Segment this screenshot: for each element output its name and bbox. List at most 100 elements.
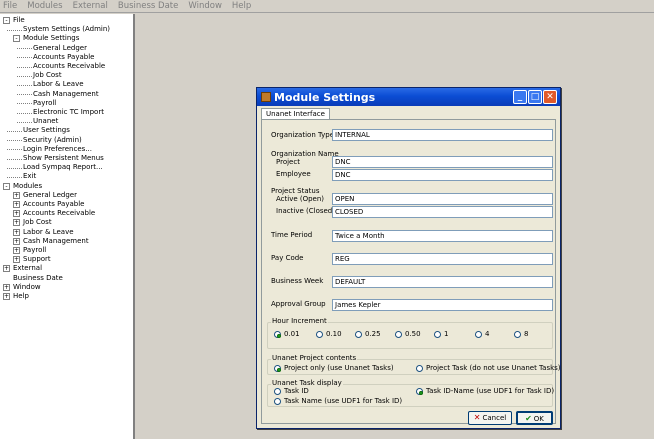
tree-item[interactable]: Module Settings	[23, 34, 79, 43]
tree-item[interactable]: Labor & Leave	[23, 228, 74, 237]
task-id-name-radio[interactable]	[416, 388, 423, 395]
active-status-field[interactable]: OPEN	[332, 193, 553, 205]
tree-item[interactable]: General Ledger	[23, 191, 77, 200]
pay-code-field[interactable]: REG	[332, 253, 553, 265]
tree-item[interactable]: Load Sympaq Report...	[23, 163, 103, 172]
menu-business-date[interactable]: Business Date	[118, 1, 179, 11]
tree-item[interactable]: Accounts Payable	[33, 53, 94, 62]
tree-item[interactable]: General Ledger	[33, 44, 87, 53]
tree-item[interactable]: Cash Management	[33, 90, 99, 99]
org-type-field[interactable]: INTERNAL	[332, 129, 553, 141]
tree-item[interactable]: Help	[13, 292, 29, 301]
tree-item[interactable]: Business Date	[13, 274, 63, 283]
tree-item[interactable]: Show Persistent Menus	[23, 154, 104, 163]
tree-item[interactable]: Login Preferences...	[23, 145, 92, 154]
task-id-radio[interactable]	[274, 388, 281, 395]
tree-expander-icon[interactable]: +	[13, 219, 20, 227]
approval-group-label: Approval Group	[271, 300, 326, 308]
tree-item[interactable]: Support	[23, 255, 51, 264]
tree-item[interactable]: Accounts Receivable	[33, 62, 105, 71]
tree-expander-icon[interactable]: +	[13, 228, 20, 236]
project-only-label: Project only (use Unanet Tasks)	[284, 364, 394, 372]
tree-item[interactable]: Window	[13, 283, 41, 292]
tree-connector	[17, 94, 32, 96]
employee-field[interactable]: DNC	[332, 169, 553, 181]
tree-expander-icon[interactable]: +	[13, 237, 20, 245]
hour-increment-label: 0.10	[326, 330, 342, 338]
tree-expander-icon[interactable]: +	[3, 293, 10, 300]
tree-item[interactable]: Labor & Leave	[33, 80, 84, 89]
inactive-status-field[interactable]: CLOSED	[332, 206, 553, 218]
tree-item[interactable]: Accounts Receivable	[23, 209, 95, 218]
tree-expander-icon[interactable]: -	[3, 182, 10, 190]
tree-item[interactable]: User Settings	[23, 126, 70, 135]
hour-increment-radio[interactable]	[274, 331, 281, 338]
tree-expander-icon[interactable]: +	[13, 191, 20, 199]
menu-modules[interactable]: Modules	[27, 1, 62, 11]
hour-increment-radio[interactable]	[514, 331, 521, 338]
ok-button[interactable]: ✔ OK	[516, 411, 553, 425]
minimize-icon[interactable]: _	[513, 90, 527, 104]
tree-item[interactable]: Payroll	[33, 99, 56, 108]
hour-increment-radio[interactable]	[434, 331, 441, 338]
project-task-label: Project Task (do not use Unanet Tasks)	[426, 364, 561, 372]
tree-expander-icon[interactable]: +	[13, 201, 20, 208]
tree-expander-icon[interactable]: -	[13, 35, 20, 43]
menu-file[interactable]: File	[3, 1, 17, 11]
project-only-radio[interactable]	[274, 365, 281, 372]
menu-help[interactable]: Help	[232, 1, 251, 11]
hour-increment-radio[interactable]	[355, 331, 362, 338]
dialog-titlebar[interactable]: Module Settings _ □ ✕	[257, 88, 560, 106]
tree-expander-icon[interactable]: -	[3, 17, 10, 24]
project-contents-title: Unanet Project contents	[271, 354, 358, 362]
tree-item[interactable]: System Settings (Admin)	[23, 25, 110, 34]
maximize-icon[interactable]: □	[528, 90, 542, 104]
inactive-label: Inactive (Closed)	[276, 207, 335, 215]
approval-group-field[interactable]: James Kepler	[332, 299, 553, 311]
tree-item[interactable]: Cash Management	[23, 237, 89, 246]
tree-connector	[17, 121, 32, 123]
tree-connector	[7, 29, 22, 31]
task-id-label: Task ID	[284, 387, 309, 395]
business-week-field[interactable]: DEFAULT	[332, 276, 553, 288]
hour-increment-radio[interactable]	[475, 331, 482, 338]
tree-item[interactable]: Job Cost	[33, 71, 62, 80]
tree-connector	[17, 48, 32, 50]
tree-item[interactable]: Payroll	[23, 246, 46, 255]
tree-item[interactable]: External	[13, 264, 42, 273]
tree-item[interactable]: Modules	[13, 182, 42, 191]
task-name-label: Task Name (use UDF1 for Task ID)	[284, 397, 403, 405]
tree-item[interactable]: File	[13, 16, 25, 25]
tree-item[interactable]: Exit	[23, 172, 36, 181]
hour-increment-radio[interactable]	[395, 331, 402, 338]
tree-expander-icon[interactable]: +	[13, 256, 20, 264]
tree-connector	[17, 84, 32, 86]
unanet-interface-panel: Organization Type INTERNAL Organization …	[261, 119, 561, 425]
tree-connector	[17, 103, 32, 105]
cancel-label: Cancel	[482, 414, 507, 422]
tree-expander-icon[interactable]: +	[3, 283, 10, 291]
tree-item[interactable]: Accounts Payable	[23, 200, 84, 209]
close-icon[interactable]: ✕	[543, 90, 557, 104]
project-status-label: Project Status	[271, 187, 320, 195]
menubar: File Modules External Business Date Wind…	[0, 0, 654, 13]
tree-item[interactable]: Job Cost	[23, 218, 52, 227]
tree-item[interactable]: Security (Admin)	[23, 136, 82, 145]
task-id-name-label: Task ID-Name (use UDF1 for Task ID)	[426, 387, 555, 395]
tree-connector	[17, 112, 32, 114]
tree-connector	[7, 176, 22, 178]
menu-external[interactable]: External	[73, 1, 108, 11]
task-name-radio[interactable]	[274, 398, 281, 405]
tree-expander-icon[interactable]: +	[13, 210, 20, 218]
tree-item[interactable]: Electronic TC Import	[33, 108, 104, 117]
menu-window[interactable]: Window	[188, 1, 222, 11]
time-period-field[interactable]: Twice a Month	[332, 230, 553, 242]
hour-increment-radio[interactable]	[316, 331, 323, 338]
cancel-button[interactable]: ✕ Cancel	[468, 411, 512, 425]
tree-item[interactable]: Unanet	[33, 117, 58, 126]
task-display-title: Unanet Task display	[271, 379, 343, 387]
project-task-radio[interactable]	[416, 365, 423, 372]
project-field[interactable]: DNC	[332, 156, 553, 168]
tree-expander-icon[interactable]: +	[3, 265, 10, 273]
tree-expander-icon[interactable]: +	[13, 247, 20, 254]
